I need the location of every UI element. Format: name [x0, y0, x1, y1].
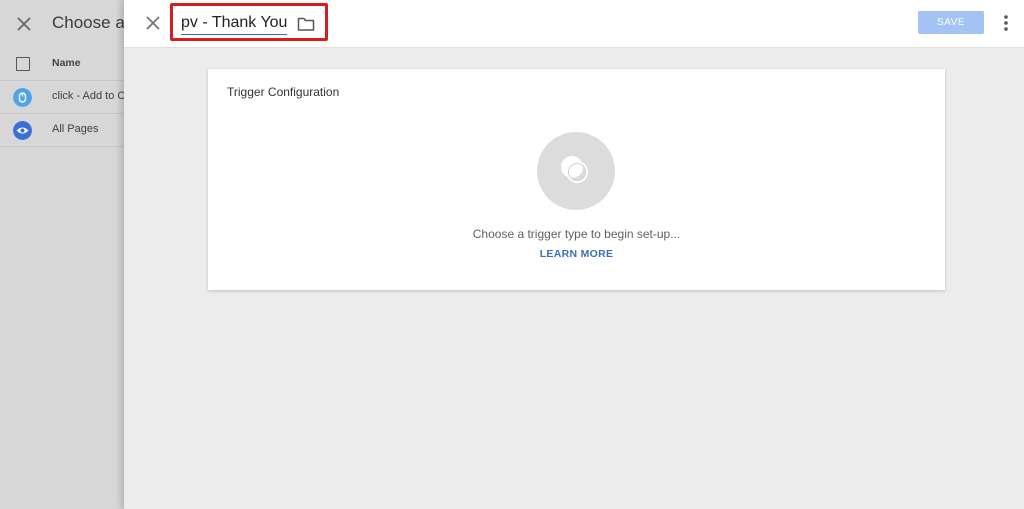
- background-title: Choose a: [52, 13, 125, 32]
- trigger-icon: [561, 156, 588, 183]
- background-header: Choose a: [0, 0, 125, 48]
- row-label: All Pages: [52, 123, 99, 135]
- folder-icon[interactable]: [297, 16, 315, 32]
- name-field-highlight: [170, 3, 328, 41]
- background-panel: Choose a Name click - Add to C All Pages: [0, 0, 126, 509]
- table-header-row: Name: [0, 48, 124, 81]
- save-button[interactable]: SAVE: [918, 11, 984, 34]
- eye-icon: [13, 121, 32, 140]
- row-label: click - Add to C: [52, 90, 126, 102]
- more-vert-icon[interactable]: [1002, 13, 1010, 33]
- cursor-icon: [13, 88, 32, 107]
- close-icon[interactable]: [14, 14, 34, 34]
- table-row[interactable]: click - Add to C: [0, 81, 126, 114]
- close-icon[interactable]: [144, 14, 162, 32]
- name-column-header: Name: [52, 57, 81, 69]
- table-row[interactable]: All Pages: [0, 114, 124, 147]
- trigger-editor-sheet: SAVE Trigger Configuration Choose a trig…: [124, 0, 1024, 509]
- trigger-hint-text: Choose a trigger type to begin set-up...: [472, 227, 681, 241]
- learn-more-link[interactable]: LEARN MORE: [208, 248, 945, 260]
- trigger-configuration-card: Trigger Configuration Choose a trigger t…: [208, 69, 945, 290]
- select-all-checkbox[interactable]: [16, 57, 30, 71]
- editor-topbar: SAVE: [124, 0, 1024, 48]
- choose-trigger-button[interactable]: [537, 132, 615, 210]
- card-title: Trigger Configuration: [227, 85, 340, 99]
- trigger-name-input[interactable]: [181, 12, 287, 35]
